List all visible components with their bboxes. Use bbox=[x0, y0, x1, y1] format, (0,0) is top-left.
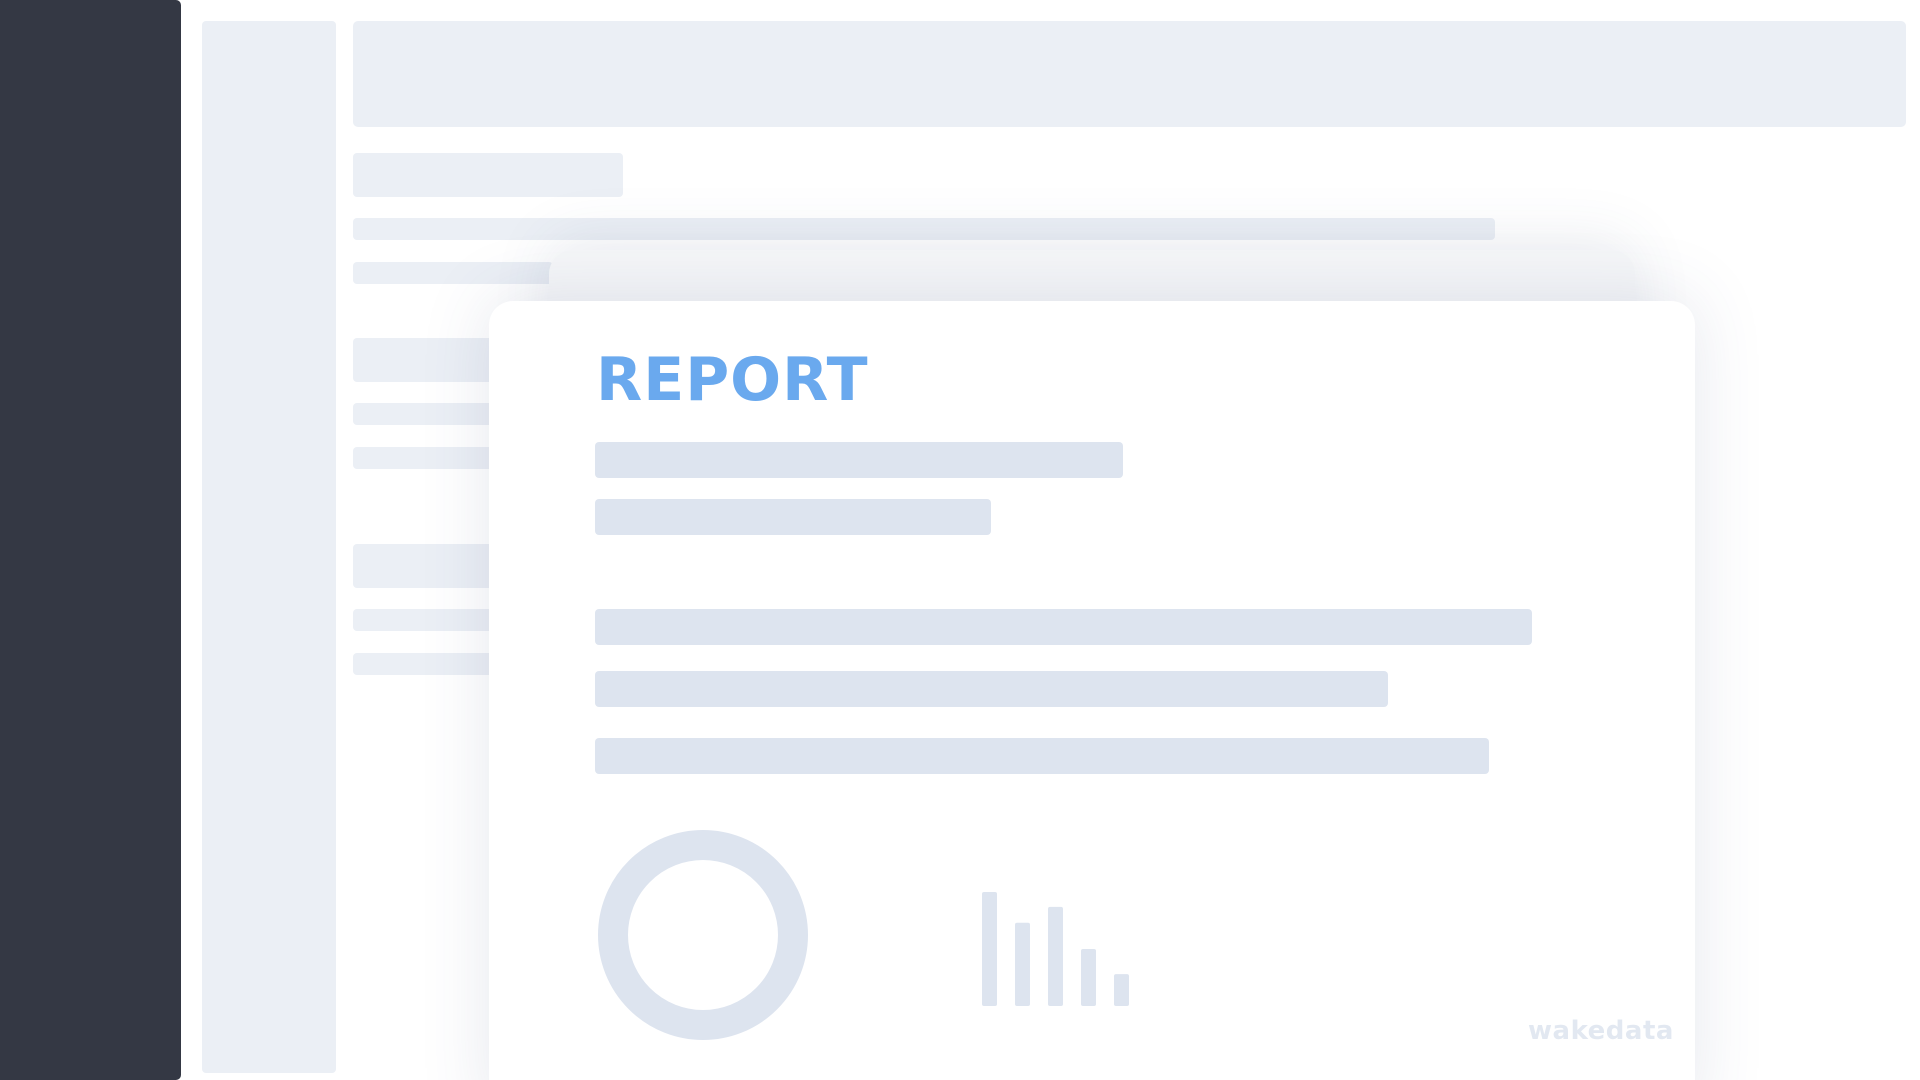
report-title: REPORT bbox=[596, 345, 869, 415]
skeleton-heading bbox=[353, 153, 623, 197]
skeleton-line bbox=[353, 609, 493, 631]
skeleton-line bbox=[353, 653, 493, 675]
watermark-logo: wakedata bbox=[1528, 1016, 1674, 1046]
bar-chart bbox=[982, 892, 1129, 1006]
donut-chart bbox=[598, 830, 808, 1040]
skeleton-line bbox=[353, 447, 493, 469]
report-text-line bbox=[595, 442, 1123, 478]
skeleton-line bbox=[353, 262, 553, 284]
skeleton-line bbox=[353, 403, 493, 425]
app-window: REPORT wakedata bbox=[0, 0, 1920, 1080]
skeleton-heading bbox=[353, 544, 493, 588]
bar-mark bbox=[982, 892, 997, 1006]
report-text-line bbox=[595, 738, 1489, 774]
bar-mark bbox=[1114, 974, 1129, 1006]
donut-slice bbox=[598, 830, 808, 1040]
skeleton-line bbox=[353, 218, 1495, 240]
report-text-line bbox=[595, 609, 1532, 645]
bar-mark bbox=[1048, 906, 1063, 1006]
report-text-line bbox=[595, 671, 1388, 707]
header-bar-placeholder bbox=[353, 21, 1906, 127]
skeleton-heading bbox=[353, 338, 493, 382]
dark-sidebar[interactable] bbox=[0, 0, 181, 1080]
report-text-line bbox=[595, 499, 991, 535]
nav-panel-placeholder bbox=[202, 21, 336, 1073]
bar-mark bbox=[1015, 922, 1030, 1006]
bar-mark bbox=[1081, 949, 1096, 1006]
